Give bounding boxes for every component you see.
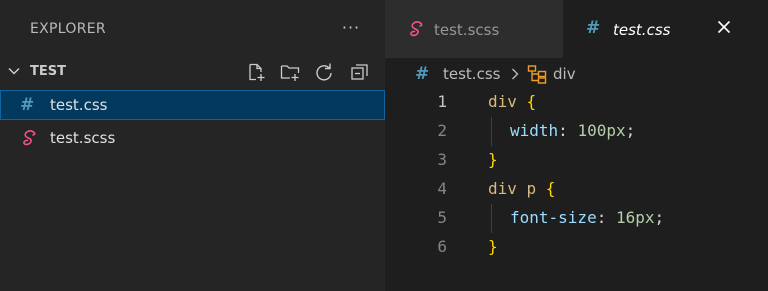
line-number: 6 (437, 237, 447, 256)
line-number: 5 (437, 208, 447, 227)
code-line: 4 div p { (385, 175, 768, 204)
explorer-title: EXPLORER (30, 21, 106, 37)
folder-header-test[interactable]: TEST (0, 58, 385, 86)
close-icon[interactable] (714, 17, 734, 37)
chevron-right-icon (512, 68, 519, 80)
line-number: 2 (437, 121, 447, 140)
line-number: 1 (437, 92, 447, 111)
file-item-label: test.css (50, 96, 108, 114)
more-actions-button[interactable]: ··· (339, 16, 363, 40)
sass-icon (23, 130, 36, 146)
explorer-sidebar: EXPLORER ··· TEST # test.css test.scss (0, 0, 385, 291)
code-editor[interactable]: 1 div { 2 width: 100px; 3 } 4 div p { 5 … (385, 88, 768, 291)
tab-bar: test.scss # test.css (385, 0, 768, 58)
css-hash-icon: # (586, 18, 601, 38)
code-text: } (488, 237, 498, 256)
code-text: } (488, 150, 498, 169)
tab-test-scss[interactable]: test.scss (385, 0, 563, 58)
code-line: 6 } (385, 233, 768, 262)
refresh-icon[interactable] (314, 62, 334, 82)
tab-label: test.scss (434, 21, 500, 39)
code-line: 3 } (385, 146, 768, 175)
sass-icon (410, 21, 423, 37)
editor-area: test.scss # test.css # test.css div 1 di… (385, 0, 768, 291)
file-item-test-css[interactable]: # test.css (0, 90, 385, 120)
line-number: 4 (437, 179, 447, 198)
css-hash-icon: # (415, 64, 430, 84)
new-folder-icon[interactable] (280, 62, 300, 82)
collapse-all-icon[interactable] (350, 62, 370, 82)
indent-guide (491, 204, 492, 233)
css-hash-icon: # (20, 95, 35, 115)
indent-guide (491, 117, 492, 146)
tab-test-css[interactable]: # test.css (563, 0, 768, 58)
code-line: 5 font-size: 16px; (385, 204, 768, 233)
breadcrumb-symbol[interactable]: div (553, 65, 576, 83)
code-text: width: 100px; (510, 121, 636, 140)
line-number: 3 (437, 150, 447, 169)
folder-name: TEST (30, 64, 66, 79)
code-text: font-size: 16px; (510, 208, 665, 227)
code-line: 1 div { (385, 88, 768, 117)
file-item-label: test.scss (50, 129, 116, 147)
code-line: 2 width: 100px; (385, 117, 768, 146)
new-file-icon[interactable] (246, 62, 266, 82)
explorer-header: EXPLORER ··· (0, 0, 385, 58)
breadcrumb-file[interactable]: test.css (443, 65, 500, 83)
code-text: div { (488, 92, 537, 111)
symbol-class-icon (527, 65, 547, 84)
breadcrumb: # test.css div (385, 58, 768, 88)
tab-label: test.css (613, 21, 671, 39)
code-text: div p { (488, 179, 556, 198)
file-item-test-scss[interactable]: test.scss (0, 123, 385, 153)
chevron-down-icon (8, 67, 20, 75)
